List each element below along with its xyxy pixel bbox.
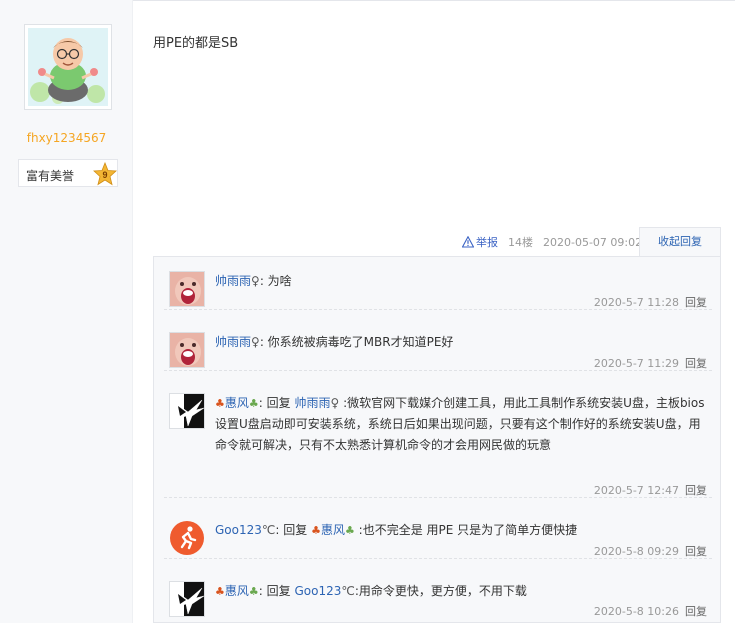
reply-body: 帅雨雨♀: 为啥: [215, 271, 710, 292]
badge-label: 富有美誉: [26, 169, 75, 183]
report-label: 举报: [476, 236, 498, 249]
author-name[interactable]: fhxy1234567: [0, 131, 133, 145]
avatar[interactable]: [169, 271, 205, 307]
honor-badge[interactable]: 富有美誉 9: [18, 159, 118, 187]
reply-text: :用命令更快，更方便，不用下载: [354, 584, 527, 598]
post-datetime: 2020-05-07 09:02: [543, 235, 643, 249]
reply-button[interactable]: 回复: [685, 296, 707, 309]
leaf-icon: ♣: [248, 585, 259, 598]
report-link[interactable]: 举报: [462, 234, 498, 250]
reply-target[interactable]: Goo123: [294, 584, 341, 598]
reply-button[interactable]: 回复: [685, 605, 707, 618]
reply-button[interactable]: 回复: [685, 484, 707, 497]
reply-body: ♣惠风♣: 回复 Goo123℃:用命令更快，更方便，不用下载: [215, 581, 710, 602]
running-man-icon: [170, 521, 204, 555]
reply-time: 2020-5-7 12:47: [593, 484, 679, 497]
reply-text: 你系统被病毒吃了MBR才知道PE好: [267, 335, 454, 349]
reply-footer: 2020-5-7 12:47 回复: [594, 482, 707, 498]
reply-footer: 2020-5-8 09:29 回复: [594, 543, 707, 559]
reply-username[interactable]: Goo123: [215, 523, 262, 537]
reply-time: 2020-5-7 11:28: [593, 296, 679, 309]
gender-symbol: ♀: [251, 335, 260, 349]
reply-word: 回复: [266, 396, 291, 410]
reply-target[interactable]: 惠风: [321, 523, 345, 537]
thread-post-page: fhxy1234567 富有美誉 9 用PE的都是SB 举报 14楼 2020-…: [0, 0, 735, 623]
author-avatar[interactable]: [24, 24, 112, 110]
star-badge-icon: 9: [93, 162, 117, 186]
reply-target[interactable]: 帅雨雨: [294, 396, 330, 410]
degree-symbol: ℃: [341, 584, 355, 598]
avatar[interactable]: [169, 393, 205, 429]
reply-sep: :: [259, 335, 268, 349]
reply-sep: :: [258, 584, 267, 598]
reply-username[interactable]: 惠风: [225, 396, 249, 410]
reply-list: 帅雨雨♀: 为啥 2020-5-7 11:28 回复 帅雨雨♀: 你系统被病毒吃了…: [153, 256, 721, 623]
maple-leaf-icon: ♣: [215, 397, 225, 410]
post-content: 用PE的都是SB: [153, 36, 239, 51]
reply-username[interactable]: 惠风: [225, 584, 249, 598]
face-avatar-icon: [170, 272, 204, 306]
reply-time: 2020-5-8 10:26: [593, 605, 679, 618]
collapse-replies-button[interactable]: 收起回复: [639, 227, 721, 257]
cartoon-avatar-icon: [28, 28, 108, 106]
leaf-icon: ♣: [344, 524, 355, 537]
eagle-avatar-icon: [170, 582, 204, 616]
reply-button[interactable]: 回复: [685, 545, 707, 558]
badge-level: 9: [102, 170, 107, 180]
author-column: fhxy1234567 富有美誉 9: [0, 0, 133, 623]
gender-symbol: ♀: [251, 274, 260, 288]
reply-sep: :: [259, 274, 268, 288]
reply-text: 为啥: [267, 274, 292, 288]
reply-body: Goo123℃: 回复 ♣惠风♣ :也不完全是 用PE 只是为了简单方便快捷: [215, 520, 710, 541]
avatar[interactable]: [169, 581, 205, 617]
avatar[interactable]: [169, 332, 205, 368]
leaf-icon: ♣: [248, 397, 259, 410]
post-meta: 举报 14楼 2020-05-07 09:02: [462, 228, 642, 256]
reply-text: :也不完全是 用PE 只是为了简单方便快捷: [358, 523, 578, 537]
maple-leaf-icon: ♣: [215, 585, 225, 598]
reply-body: ♣惠风♣: 回复 帅雨雨♀ :微软官网下载媒介创建工具，用此工具制作系统安装U盘…: [215, 393, 710, 456]
floor-number: 14楼: [508, 236, 533, 249]
reply-word: 回复: [266, 584, 291, 598]
reply-time: 2020-5-7 11:29: [593, 357, 679, 370]
degree-symbol: ℃: [261, 523, 276, 537]
reply-footer: 2020-5-8 10:26 回复: [594, 603, 707, 619]
eagle-avatar-icon: [170, 394, 204, 428]
reply-footer: 2020-5-7 11:29 回复: [594, 355, 707, 371]
reply-word: 回复: [283, 523, 308, 537]
reply-body: 帅雨雨♀: 你系统被病毒吃了MBR才知道PE好: [215, 332, 710, 353]
reply-time: 2020-5-8 09:29: [593, 545, 679, 558]
reply-sep: :: [258, 396, 267, 410]
gender-symbol: ♀: [330, 396, 340, 410]
list-item: ♣惠风♣: 回复 Goo123℃:用命令更快，更方便，不用下载 2020-5-8…: [154, 558, 722, 623]
face-avatar-icon: [170, 333, 204, 367]
list-item: ♣惠风♣: 回复 帅雨雨♀ :微软官网下载媒介创建工具，用此工具制作系统安装U盘…: [154, 370, 722, 506]
reply-button[interactable]: 回复: [685, 357, 707, 370]
reply-username[interactable]: 帅雨雨: [215, 335, 251, 349]
reply-username[interactable]: 帅雨雨: [215, 274, 251, 288]
avatar[interactable]: [169, 520, 205, 556]
warning-icon: [462, 236, 474, 248]
maple-leaf-icon: ♣: [311, 524, 321, 537]
reply-footer: 2020-5-7 11:28 回复: [594, 294, 707, 310]
